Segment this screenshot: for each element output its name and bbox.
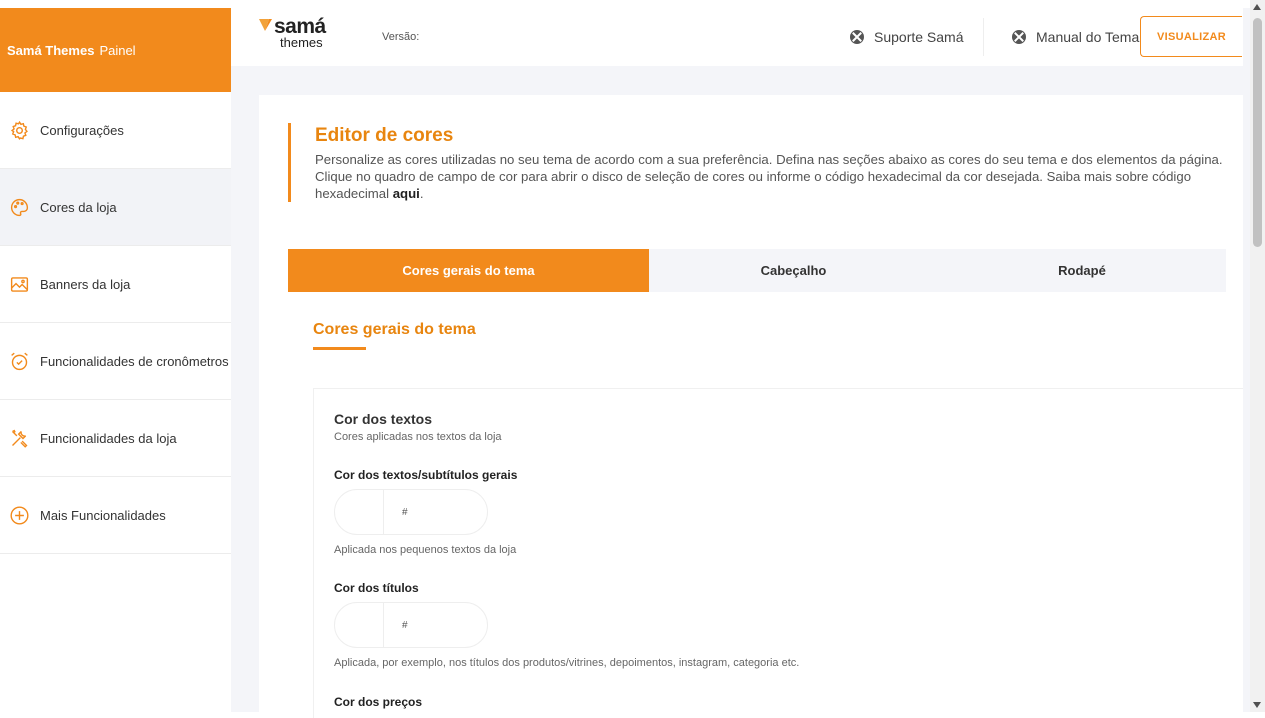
editor-intro: Editor de cores Personalize as cores uti… [288, 123, 1223, 202]
description-text: Personalize as cores utilizadas no seu t… [315, 152, 1223, 201]
tab-cores-gerais[interactable]: Cores gerais do tema [288, 249, 649, 292]
manual-link[interactable]: Manual do Tema [1012, 29, 1139, 45]
sidebar-item-configuracoes[interactable]: Configurações [0, 92, 231, 169]
sidebar-item-cores-da-loja[interactable]: Cores da loja [0, 169, 231, 246]
alarm-clock-icon [9, 351, 30, 372]
divider [983, 18, 984, 56]
hex-info-link[interactable]: aqui [393, 186, 420, 201]
tools-icon [9, 428, 30, 449]
scroll-thumb[interactable] [1253, 18, 1262, 247]
color-swatch[interactable] [335, 603, 384, 647]
group-description: Cores aplicadas nos textos da loja [334, 431, 502, 443]
page-title: Editor de cores [315, 125, 454, 146]
editor-description: Personalize as cores utilizadas no seu t… [315, 151, 1223, 202]
lifebuoy-icon [1012, 30, 1026, 44]
color-field-titles: # [334, 602, 488, 648]
hex-input[interactable]: # [384, 603, 487, 647]
section-underline [313, 347, 366, 350]
gear-icon [9, 120, 30, 141]
app-frame: Samá Themes Painel Configurações Cores d… [0, 0, 1265, 718]
sidebar-item-label: Funcionalidades de cronômetros [40, 353, 229, 369]
page-scrollbar[interactable] [1250, 0, 1265, 712]
top-bar: samá themes Versão: Suporte Samá Manual … [231, 8, 1243, 66]
tab-bar: Cores gerais do tema Cabeçalho Rodapé [288, 249, 1226, 292]
content-card: Editor de cores Personalize as cores uti… [259, 95, 1243, 718]
scroll-up-icon[interactable] [1253, 4, 1261, 10]
color-field-texts: # [334, 489, 488, 535]
sidebar-item-cronometros[interactable]: Funcionalidades de cronômetros [0, 323, 231, 400]
tab-rodape[interactable]: Rodapé [938, 249, 1226, 292]
brand-subtitle: Painel [99, 42, 136, 58]
sidebar-item-label: Funcionalidades da loja [40, 430, 177, 446]
text-colors-panel: Cor dos textos Cores aplicadas nos texto… [313, 388, 1243, 718]
field-help: Aplicada, por exemplo, nos títulos dos p… [334, 657, 800, 669]
sidebar-item-label: Mais Funcionalidades [40, 507, 166, 523]
sidebar-item-mais[interactable]: Mais Funcionalidades [0, 477, 231, 554]
sidebar-item-label: Cores da loja [40, 199, 117, 215]
logo-word-2: themes [280, 34, 323, 50]
field-label: Cor dos títulos [334, 581, 419, 595]
sidebar-item-funcionalidades[interactable]: Funcionalidades da loja [0, 400, 231, 477]
group-title: Cor dos textos [334, 411, 433, 427]
field-label: Cor dos preços [334, 695, 423, 709]
sidebar-item-label: Banners da loja [40, 276, 131, 292]
image-icon [9, 274, 30, 295]
plus-circle-icon [9, 505, 30, 526]
version-label: Versão: [382, 31, 420, 43]
sidebar-item-banners[interactable]: Banners da loja [0, 246, 231, 323]
field-label: Cor dos textos/subtítulos gerais [334, 468, 518, 482]
description-suffix: . [419, 186, 424, 201]
sidebar-item-label: Configurações [40, 122, 124, 138]
tab-cabecalho[interactable]: Cabeçalho [649, 249, 938, 292]
support-link-label: Suporte Samá [874, 29, 964, 45]
logo-mark-icon [259, 19, 272, 31]
sidebar: Samá Themes Painel Configurações Cores d… [0, 8, 231, 712]
lifebuoy-icon [850, 30, 864, 44]
support-link[interactable]: Suporte Samá [850, 29, 964, 45]
sidebar-brand[interactable]: Samá Themes Painel [0, 8, 231, 92]
sama-logo[interactable]: samá themes [259, 16, 326, 50]
section-title: Cores gerais do tema [313, 321, 476, 338]
color-swatch[interactable] [335, 490, 384, 534]
manual-link-label: Manual do Tema [1036, 29, 1140, 45]
field-help: Aplicada nos pequenos textos da loja [334, 544, 517, 556]
palette-icon [9, 197, 30, 218]
brand-name: Samá Themes [7, 42, 95, 58]
scroll-down-icon[interactable] [1253, 702, 1261, 708]
hex-input[interactable]: # [384, 490, 487, 534]
visualizar-button[interactable]: VISUALIZAR [1140, 16, 1242, 57]
